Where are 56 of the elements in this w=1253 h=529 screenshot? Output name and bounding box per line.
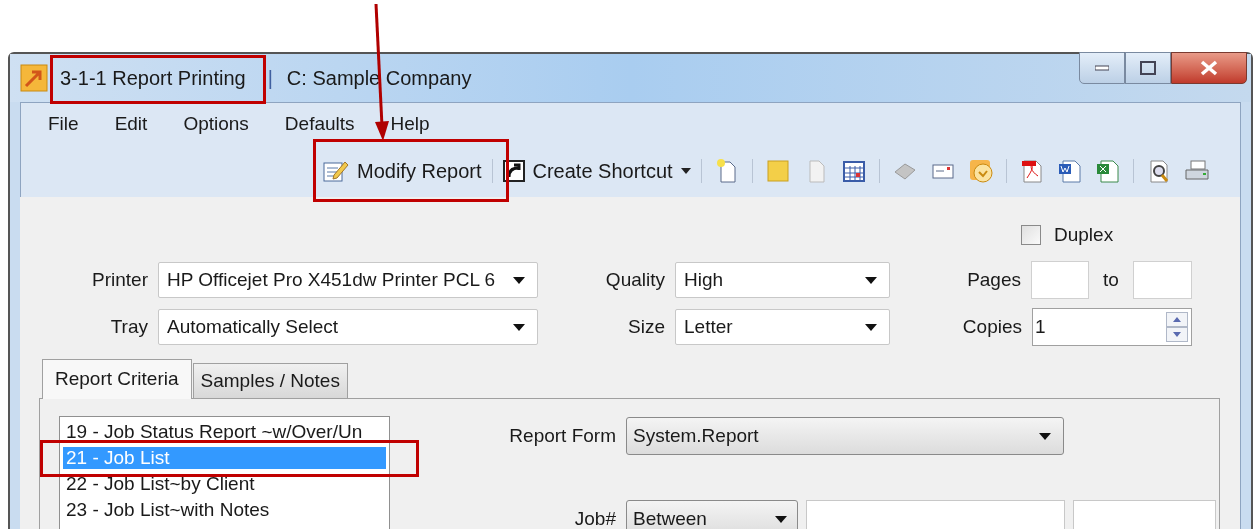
page-from-field[interactable] — [1031, 261, 1089, 299]
duplex-checkbox[interactable] — [1021, 225, 1041, 245]
job-to-field[interactable] — [1073, 500, 1216, 529]
field-label: Size — [627, 314, 666, 339]
dropdown-caret-icon — [775, 515, 787, 523]
field-label: Printer — [91, 267, 149, 292]
minimize-icon — [1095, 65, 1109, 71]
menu-item[interactable]: Options — [165, 105, 267, 143]
close-icon — [1200, 60, 1218, 76]
maximize-icon — [1140, 61, 1156, 75]
dropdown-caret-icon — [680, 168, 691, 174]
report-list-item[interactable]: 23 - Job List~with Notes — [63, 499, 386, 521]
field-label: Tray — [109, 314, 149, 339]
field-label: Pages — [966, 267, 1022, 292]
create-shortcut-button[interactable]: Create Shortcut — [498, 153, 695, 189]
tray-dropdown[interactable]: Automatically Select — [158, 309, 538, 345]
report-form-dropdown[interactable]: System.Report — [626, 417, 1064, 455]
duplex-label: Duplex — [1054, 222, 1114, 247]
field-label: Copies — [961, 314, 1023, 339]
menu-item[interactable]: Help — [372, 105, 448, 143]
sticky-note-icon[interactable] — [764, 158, 791, 184]
dropdown-caret-icon — [1039, 432, 1051, 440]
field-label: Job# — [573, 506, 617, 529]
printer-dropdown[interactable]: HP Officejet Pro X451dw Printer PCL 6 — [158, 262, 538, 298]
page-to-field[interactable] — [1133, 261, 1192, 299]
menu-item[interactable]: File — [30, 105, 97, 143]
tab[interactable]: Report Criteria — [42, 359, 192, 399]
field-label: Report Form — [508, 423, 617, 448]
menu-item[interactable]: Edit — [96, 105, 166, 143]
close-button[interactable] — [1171, 52, 1247, 84]
report-list-item[interactable]: 22 - Job List~by Client — [63, 473, 386, 495]
title-separator: | — [267, 68, 273, 88]
quality-dropdown[interactable]: High — [675, 262, 890, 298]
job-operator-dropdown[interactable]: Between — [626, 500, 798, 529]
maximize-button[interactable] — [1125, 52, 1171, 84]
copies-spinbox[interactable]: 1 — [1032, 308, 1192, 346]
spin-arrows-icon[interactable] — [1166, 312, 1188, 342]
menu-item[interactable]: Defaults — [266, 105, 373, 143]
report-list-item[interactable]: 19 - Job Status Report ~w/Over/Un — [63, 421, 386, 443]
tab[interactable]: Samples / Notes — [192, 363, 348, 398]
dropdown-caret-icon — [865, 323, 877, 331]
excel-document-icon[interactable] — [1094, 158, 1121, 184]
field-label: Quality — [604, 267, 666, 292]
job-from-field[interactable] — [806, 500, 1065, 529]
dropdown-caret-icon — [513, 276, 525, 284]
clock-icon[interactable] — [967, 158, 994, 184]
edit-document-icon — [323, 159, 349, 183]
calendar-icon[interactable] — [840, 158, 867, 184]
dropdown-caret-icon — [865, 276, 877, 284]
modify-report-button[interactable]: Modify Report — [319, 153, 486, 189]
to-label: to — [1102, 267, 1120, 292]
app-icon — [20, 64, 48, 92]
word-document-icon[interactable] — [1056, 158, 1083, 184]
dropdown-caret-icon — [513, 323, 525, 331]
window-title: 3-1-1 Report Printing — [60, 68, 246, 88]
size-dropdown[interactable]: Letter — [675, 309, 890, 345]
